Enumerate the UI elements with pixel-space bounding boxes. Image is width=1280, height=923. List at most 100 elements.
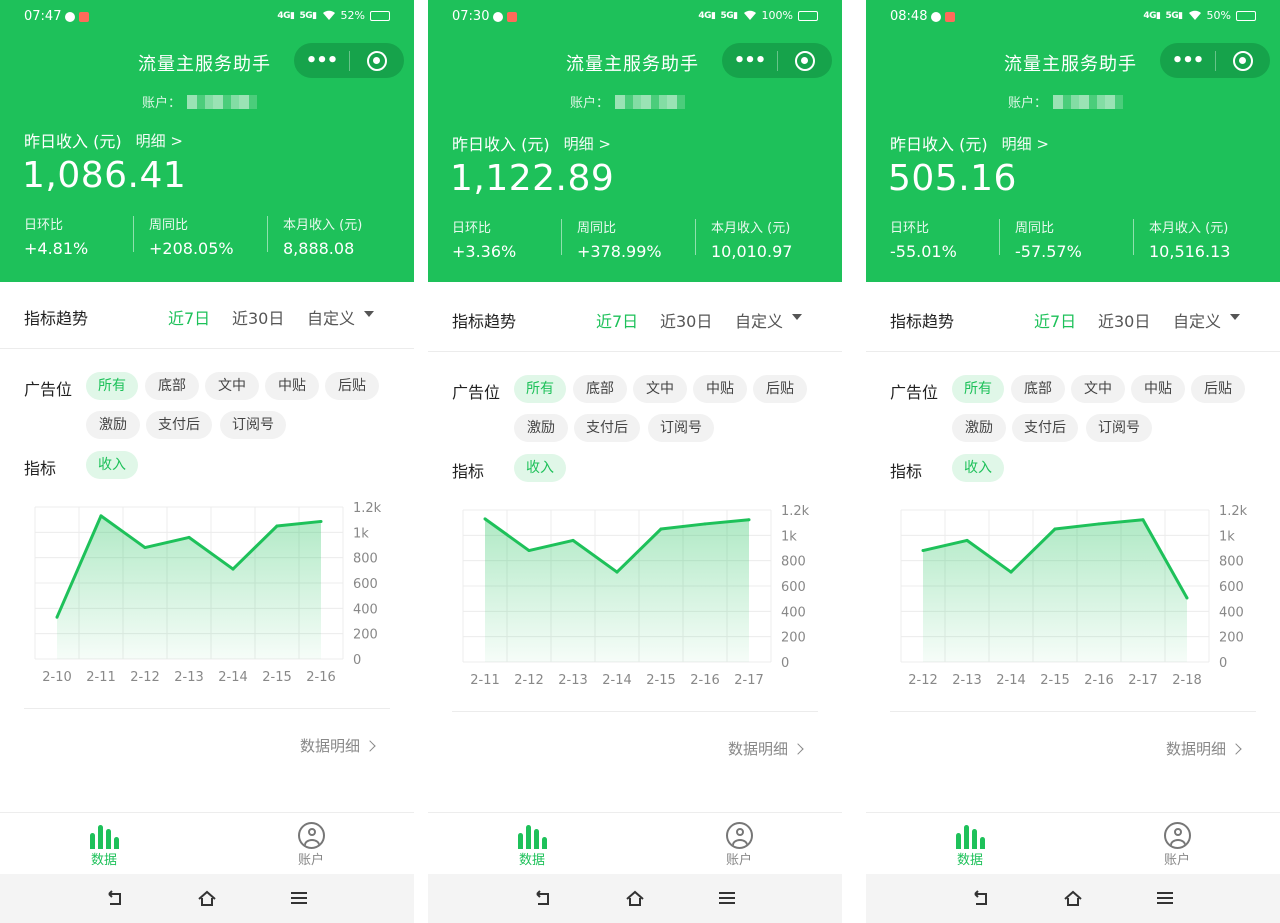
x-tick-label: 2-10 [42,670,72,685]
ad-slot-rewarded[interactable]: 激励 [952,414,1006,442]
ad-slot-all[interactable]: 所有 [952,375,1004,403]
range-7d[interactable]: 近7日 [596,308,638,332]
x-tick-label: 2-17 [734,673,764,688]
chart-area [485,518,749,662]
range-custom[interactable]: 自定义 [307,305,355,329]
ad-slot-after-payment[interactable]: 支付后 [1012,414,1078,442]
ad-slot-mid-roll[interactable]: 中贴 [265,372,319,400]
tab-data[interactable]: 数据 [940,819,1000,868]
x-tick-label: 2-11 [86,670,116,685]
app-title: 流量主服务助手 [1004,54,1137,75]
stat-day-ratio: 日环比 +4.81% [24,218,89,258]
back-icon[interactable] [105,888,125,908]
ad-slot-in-article[interactable]: 文中 [633,375,687,403]
tab-data[interactable]: 数据 [502,819,562,868]
home-icon[interactable] [625,888,645,908]
metric-income-chip[interactable]: 收入 [514,454,566,482]
ad-slot-rewarded[interactable]: 激励 [86,411,140,439]
system-nav-bar [428,874,842,923]
redacted-account [1053,94,1124,109]
ad-slot-bottom[interactable]: 底部 [573,375,627,403]
ad-slot-after-payment[interactable]: 支付后 [574,414,640,442]
miniprogram-capsule[interactable]: ••• [722,43,832,78]
detail-link[interactable]: 明细 > [564,133,611,154]
metric-income-chip[interactable]: 收入 [952,454,1004,482]
range-custom[interactable]: 自定义 [1173,308,1221,332]
account-label: 账户： [570,96,610,111]
range-30d[interactable]: 近30日 [232,305,284,329]
ad-slot-subscription[interactable]: 订阅号 [220,411,286,439]
data-detail-link[interactable]: 数据明细 [1166,738,1242,759]
menu-icon[interactable] [1155,888,1175,908]
ad-slot-post-roll[interactable]: 后贴 [753,375,807,403]
stat-month-income: 本月收入 (元) 10,516.13 [1133,217,1273,261]
ad-slot-in-article[interactable]: 文中 [1071,375,1125,403]
range-custom[interactable]: 自定义 [735,308,783,332]
x-tick-label: 2-12 [908,673,938,688]
header-panel: 07:47 4G▮ 5G▮ 52% 流量主服务助手 ••• 账户： 昨日收入 (… [0,0,414,282]
detail-link[interactable]: 明细 > [1002,133,1049,154]
ad-slot-post-roll[interactable]: 后贴 [1191,375,1245,403]
tab-account[interactable]: 账户 [1147,819,1207,868]
metric-label: 指标 [890,462,923,481]
tab-account[interactable]: 账户 [709,819,769,868]
x-tick-label: 2-17 [1128,673,1158,688]
ad-slot-mid-roll[interactable]: 中贴 [693,375,747,403]
home-icon[interactable] [1063,888,1083,908]
notification-icon [493,11,504,22]
close-miniprogram-button[interactable] [350,50,404,71]
tab-data[interactable]: 数据 [74,819,134,868]
chart-point-2-15 [1053,527,1057,531]
dropdown-arrow-icon[interactable] [364,311,374,317]
home-icon[interactable] [197,888,217,908]
dropdown-arrow-icon[interactable] [792,314,802,320]
back-icon[interactable] [533,888,553,908]
x-tick-label: 2-15 [646,673,676,688]
battery-percent: 52% [340,9,365,22]
ad-slot-after-payment[interactable]: 支付后 [146,411,212,439]
miniprogram-capsule[interactable]: ••• [294,43,404,78]
close-miniprogram-button[interactable] [1216,50,1270,71]
tab-account[interactable]: 账户 [281,819,341,868]
income-trend-chart: 1.2k 1k 800 600 400 200 0 2-12 2-13 2-14 2-15 2-16 2… [900,504,1248,688]
chevron-right-icon [792,742,804,755]
ad-slot-all[interactable]: 所有 [86,372,138,400]
close-miniprogram-button[interactable] [778,50,832,71]
menu-icon[interactable] [717,888,737,908]
more-menu-button[interactable]: ••• [722,43,777,78]
chart-point-2-11 [99,514,103,518]
trend-header: 指标趋势 近7日 近30日 自定义 [428,300,842,340]
range-30d[interactable]: 近30日 [1098,308,1150,332]
ad-slot-post-roll[interactable]: 后贴 [325,372,379,400]
ad-slot-bottom[interactable]: 底部 [1011,375,1065,403]
range-30d[interactable]: 近30日 [660,308,712,332]
chart-point-2-13 [965,538,969,542]
data-detail-link[interactable]: 数据明细 [300,735,376,756]
back-icon[interactable] [971,888,991,908]
chart-point-2-17 [1141,518,1145,522]
more-menu-button[interactable]: ••• [1160,43,1215,78]
range-7d[interactable]: 近7日 [168,305,210,329]
metric-income-chip[interactable]: 收入 [86,451,138,479]
more-menu-button[interactable]: ••• [294,43,349,78]
dropdown-arrow-icon[interactable] [1230,314,1240,320]
ad-slot-in-article[interactable]: 文中 [205,372,259,400]
income-trend-chart: 1.2k 1k 800 600 400 200 0 2-10 2-11 2-12 2-13 2-14 2… [34,501,382,685]
signal-5g-icon: 5G▮ [299,10,317,21]
y-tick-label: 1.2k [353,501,382,516]
account-label: 账户： [142,96,182,111]
ad-slot-bottom[interactable]: 底部 [145,372,199,400]
range-7d[interactable]: 近7日 [1034,308,1076,332]
ad-slot-all[interactable]: 所有 [514,375,566,403]
data-detail-link[interactable]: 数据明细 [728,738,804,759]
detail-link[interactable]: 明细 > [136,130,183,151]
status-time: 08:48 [890,9,928,24]
ad-slot-mid-roll[interactable]: 中贴 [1131,375,1185,403]
ad-slot-subscription[interactable]: 订阅号 [1086,414,1152,442]
menu-icon[interactable] [289,888,309,908]
ad-slot-rewarded[interactable]: 激励 [514,414,568,442]
ad-slot-subscription[interactable]: 订阅号 [648,414,714,442]
yesterday-income-row: 昨日收入 (元) 明细 > [24,128,183,152]
x-tick-label: 2-16 [1084,673,1114,688]
miniprogram-capsule[interactable]: ••• [1160,43,1270,78]
